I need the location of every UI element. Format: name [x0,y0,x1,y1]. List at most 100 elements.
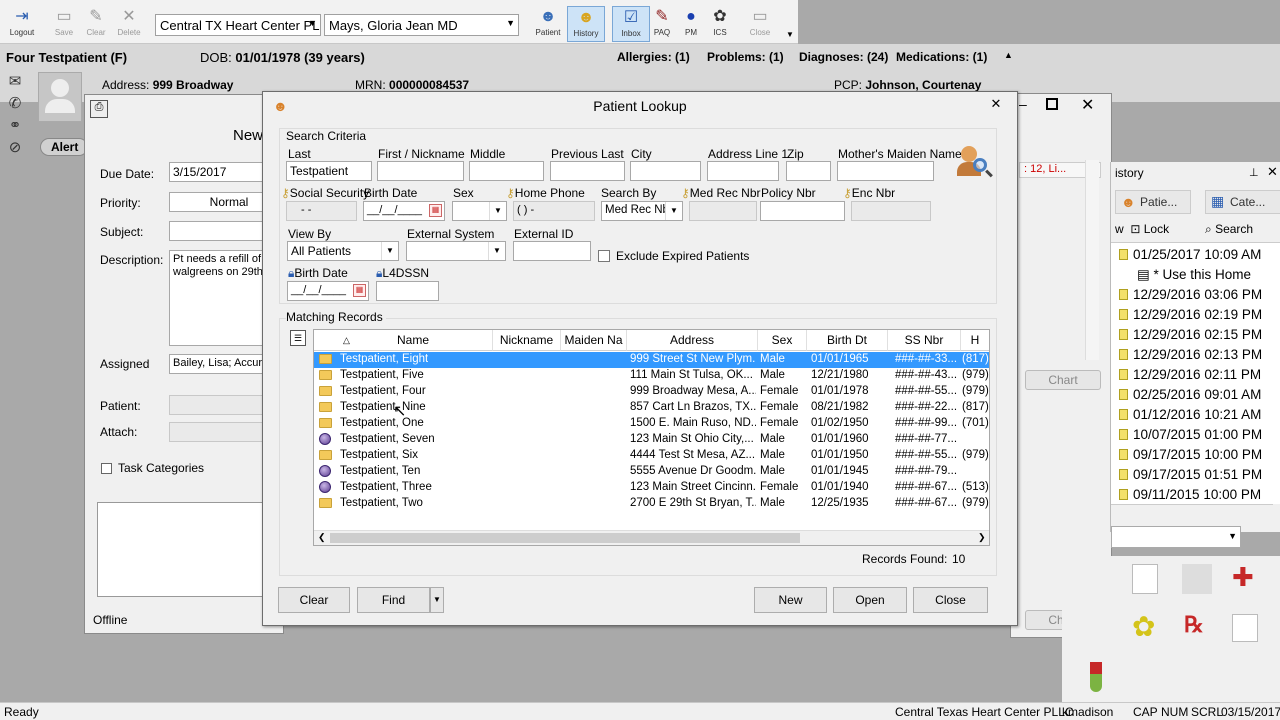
column-header-maiden[interactable]: Maiden Na [561,330,627,351]
list-item[interactable]: 10/07/2015 01:00 PM [1119,427,1262,442]
column-header-nickname[interactable]: Nickname [493,330,561,351]
city-input[interactable] [630,161,701,181]
history-hscrollbar[interactable] [1111,504,1273,520]
diagnoses-link[interactable]: Diagnoses: (24) [799,50,888,64]
table-row[interactable]: Testpatient, Eight 999 Street St New Plym… [314,352,989,368]
calendar-icon[interactable]: ▦ [353,284,366,297]
document-icon[interactable] [1232,614,1258,642]
chevron-right-icon[interactable]: ❯ [978,532,986,543]
table-row[interactable]: Testpatient, Five 111 Main St Tulsa, OK..… [314,368,989,384]
rx-icon[interactable]: ℞ [1184,612,1204,638]
list-item[interactable]: 01/12/2016 10:21 AM [1119,407,1261,422]
find-dropdown-button[interactable]: ▼ [430,587,444,613]
list-item[interactable]: 09/11/2015 10:00 PM [1119,487,1261,502]
exclude-expired-checkbox[interactable] [598,250,610,262]
document-icon[interactable] [1132,564,1158,594]
enc-input[interactable] [851,201,931,221]
maximize-icon[interactable] [1046,98,1058,110]
mail-icon[interactable]: ✉ [6,72,24,90]
column-header-ss-nbr[interactable]: SS Nbr [888,330,961,351]
alert-button[interactable]: Alert [40,138,88,156]
new-button[interactable]: New [754,587,827,613]
table-row[interactable]: Testpatient, Three 123 Main Street Cincin… [314,480,989,496]
birth-date-input[interactable]: __/__/____ ▦ [363,201,445,221]
list-item[interactable]: 12/29/2016 02:15 PM [1119,327,1262,342]
table-row[interactable]: Testpatient, Nine 857 Cart Ln Brazos, TX.… [314,400,989,416]
column-header-sex[interactable]: Sex [758,330,807,351]
close-toolbar-button[interactable]: ▭ Close [741,6,779,42]
list-item[interactable]: 01/25/2017 10:09 AM [1119,247,1261,262]
scroll-thumb[interactable] [330,533,800,543]
column-header-birth-dt[interactable]: Birth Dt [807,330,888,351]
table-row[interactable]: Testpatient, Four 999 Broadway Mesa, A...… [314,384,989,400]
find-button[interactable]: Find [357,587,430,613]
chart-button[interactable]: Chart [1025,370,1101,390]
grid-hscrollbar[interactable]: ❮ ❯ [314,530,989,545]
logout-button[interactable]: ⇥ Logout [3,6,41,42]
task-notes-area[interactable] [97,502,277,597]
allergies-link[interactable]: Allergies: (1) [617,50,690,64]
last-name-input[interactable]: Testpatient [286,161,372,181]
ssn-input[interactable]: - - [286,201,357,221]
lock-button[interactable]: w ⊡ Lock [1115,222,1169,236]
list-item[interactable]: ▤ * Use this Home [1137,267,1251,283]
flower-icon[interactable]: ✿ [1132,610,1155,643]
column-header-name[interactable]: △ Name [334,330,493,351]
table-row[interactable]: Testpatient, Six 4444 Test St Mesa, AZ...… [314,448,989,464]
provider-select[interactable]: Mays, Gloria Jean MD ▼ [324,14,519,36]
open-button[interactable]: Open [833,587,907,613]
list-item[interactable]: 02/25/2016 09:01 AM [1119,387,1261,402]
search-person-icon[interactable] [957,144,995,182]
search-button[interactable]: ⌕ Search [1205,222,1253,237]
column-header-h[interactable]: H [961,330,989,351]
zip-input[interactable] [786,161,831,181]
column-chooser-icon[interactable]: ☰ [290,330,306,346]
history-filter-select[interactable]: ▼ [1111,526,1241,548]
search-by-select[interactable]: Med Rec Nbr ▼ [601,201,683,221]
location-select[interactable]: Central TX Heart Center PL ▼ [155,14,321,36]
list-item[interactable]: 12/29/2016 02:11 PM [1119,367,1261,382]
list-item[interactable]: 12/29/2016 02:19 PM [1119,307,1262,322]
task-categories-checkbox[interactable] [101,463,112,474]
test-tube-icon[interactable] [1090,662,1102,692]
address-line1-input[interactable] [707,161,779,181]
external-system-select[interactable]: ▼ [406,241,506,261]
close-icon[interactable]: ✕ [983,94,1009,114]
close-icon[interactable]: ✕ [1081,95,1094,115]
phone-icon[interactable]: ✆ [6,94,24,112]
view-by-select[interactable]: All Patients ▼ [287,241,399,261]
list-item[interactable]: 12/29/2016 02:13 PM [1119,347,1262,362]
middle-name-input[interactable] [469,161,544,181]
table-row[interactable]: Testpatient, One 1500 E. Main Ruso, ND...… [314,416,989,432]
maiden-name-input[interactable] [837,161,934,181]
table-row[interactable]: Testpatient, Ten 5555 Avenue Dr Goodm... M… [314,464,989,480]
pin-icon[interactable]: ⊥ [1249,166,1259,179]
birth-date-2-input[interactable]: __/__/____ ▦ [287,281,369,301]
external-id-input[interactable] [513,241,591,261]
list-item[interactable]: 09/17/2015 01:51 PM [1119,467,1262,482]
home-phone-input[interactable]: ( ) - [513,201,595,221]
chevron-left-icon[interactable]: ❮ [318,532,326,543]
medications-link[interactable]: Medications: (1) [896,50,987,64]
toolbar-overflow-icon[interactable]: ▼ [786,30,794,39]
previous-last-input[interactable] [550,161,625,181]
scrollbar[interactable] [1085,160,1099,360]
history-button[interactable]: ☻ History [567,6,605,42]
table-row[interactable]: Testpatient, Seven 123 Main St Ohio City,… [314,432,989,448]
patient-button[interactable]: ☻ Patient [529,6,567,42]
delete-button[interactable]: ✕ Delete [110,6,148,42]
minimize-icon[interactable]: – [1019,97,1033,111]
close-icon[interactable]: ✕ [1267,164,1278,180]
close-button[interactable]: Close [913,587,988,613]
calendar-icon[interactable]: ▦ [429,204,442,217]
first-name-input[interactable] [377,161,464,181]
problems-link[interactable]: Problems: (1) [707,50,784,64]
medical-kit-icon[interactable]: ✚ [1232,562,1254,593]
mrn-input[interactable] [689,201,757,221]
patient-figure-icon[interactable] [1182,564,1212,594]
l4dssn-input[interactable] [376,281,439,301]
sex-select[interactable]: ▼ [452,201,507,221]
link-icon[interactable]: ⚭ [6,116,24,134]
list-item[interactable]: 12/29/2016 03:06 PM [1119,287,1262,302]
clear-button[interactable]: Clear [278,587,350,613]
